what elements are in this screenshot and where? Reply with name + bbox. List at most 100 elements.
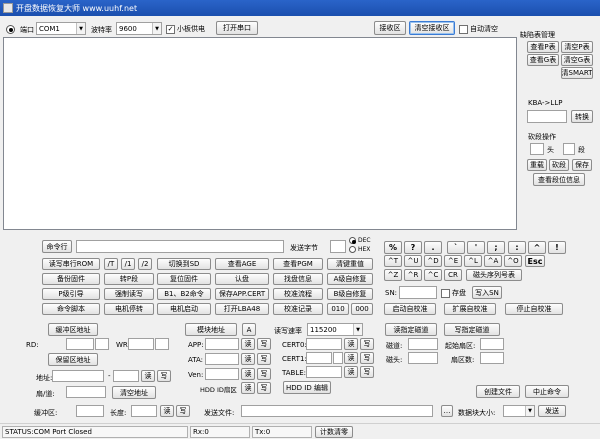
- key-ctrl-z-button[interactable]: ^Z: [384, 269, 402, 281]
- clear-p-table-button[interactable]: 清空P表: [561, 41, 593, 53]
- address-from-input[interactable]: [52, 370, 104, 382]
- track-input[interactable]: [408, 338, 438, 350]
- extended-calibration-button[interactable]: 扩展自校准: [444, 303, 496, 315]
- cmd-010-button[interactable]: 010: [327, 303, 349, 315]
- key-colon-button[interactable]: :: [508, 241, 526, 254]
- ven-write-button[interactable]: 写: [257, 368, 271, 380]
- reset-firmware-button[interactable]: 复位固件: [157, 273, 211, 285]
- save-button[interactable]: 保存: [572, 159, 592, 171]
- rd-input-2[interactable]: [95, 338, 109, 350]
- ven-input[interactable]: [205, 368, 239, 380]
- view-pgm-button[interactable]: 查看PGM: [273, 258, 323, 270]
- view-segment-info-button[interactable]: 查看段位信息: [533, 173, 585, 186]
- view-age-button[interactable]: 查看AGE: [215, 258, 269, 270]
- baud-select[interactable]: 9600 ▼: [116, 22, 162, 35]
- head-serial-table-button[interactable]: 磁头序列号表: [466, 269, 522, 281]
- key-percent-button[interactable]: %: [384, 241, 402, 254]
- cmd-t-button[interactable]: /T: [104, 258, 118, 270]
- address-write-button[interactable]: 写: [157, 370, 171, 382]
- wr-input-2[interactable]: [155, 338, 169, 350]
- clear-receive-button[interactable]: 清空接收区: [409, 21, 455, 35]
- switch-sd-button[interactable]: 切换到SD: [157, 258, 211, 270]
- buffer-address-button[interactable]: 缓冲区地址: [48, 323, 98, 336]
- create-file-button[interactable]: 创建文件: [476, 385, 520, 398]
- hex-radio[interactable]: HEX: [349, 246, 370, 253]
- key-ctrl-o-button[interactable]: ^O: [504, 255, 522, 267]
- key-ctrl-a-button[interactable]: ^A: [484, 255, 502, 267]
- table-input[interactable]: [306, 366, 342, 378]
- a-level-repair-button[interactable]: A级自修复: [327, 273, 373, 285]
- key-esc-button[interactable]: Esc: [525, 255, 545, 267]
- reload-button[interactable]: 重载: [527, 159, 547, 171]
- stop-calibration-button[interactable]: 停止自校准: [505, 303, 563, 315]
- key-ctrl-c-button[interactable]: ^C: [424, 269, 442, 281]
- segment-input[interactable]: [563, 143, 575, 155]
- kba-input[interactable]: [527, 110, 567, 123]
- send-file-input[interactable]: [241, 405, 433, 417]
- cert1-read-button[interactable]: 读: [344, 352, 358, 364]
- command-script-button[interactable]: 命令脚本: [42, 303, 100, 315]
- b1-b2-command-button[interactable]: B1、B2命令: [157, 288, 211, 300]
- key-ctrl-d-button[interactable]: ^D: [424, 255, 442, 267]
- dec-radio[interactable]: DEC: [349, 237, 371, 244]
- clear-count-button[interactable]: 计数清零: [315, 426, 353, 438]
- port-radio[interactable]: [6, 25, 15, 34]
- rw-serial-rom-button[interactable]: 读写串行ROM: [42, 258, 100, 270]
- hdd-write-button[interactable]: 写: [257, 382, 271, 394]
- cert0-write-button[interactable]: 写: [360, 338, 374, 350]
- save-disk-checkbox[interactable]: 存盘: [441, 288, 466, 298]
- hdd-read-button[interactable]: 读: [241, 382, 255, 394]
- write-track-button[interactable]: 写指定磁道: [444, 323, 500, 336]
- open-lba48-button[interactable]: 打开LBA48: [215, 303, 269, 315]
- buffer-input[interactable]: [76, 405, 104, 417]
- buffer-read-button[interactable]: 读: [160, 405, 174, 417]
- app-input[interactable]: [205, 338, 239, 350]
- send-button[interactable]: 发送: [538, 405, 566, 417]
- table-read-button[interactable]: 读: [344, 366, 358, 378]
- cmd-000-button[interactable]: 000: [351, 303, 373, 315]
- cert1-input-2[interactable]: [333, 352, 343, 364]
- cert1-input-1[interactable]: [306, 352, 332, 364]
- port-select[interactable]: COM1 ▼: [36, 22, 86, 35]
- key-cr-button[interactable]: CR: [444, 269, 462, 281]
- address-read-button[interactable]: 读: [141, 370, 155, 382]
- speed-select[interactable]: 115200 ▼: [307, 323, 363, 336]
- ata-read-button[interactable]: 读: [241, 353, 255, 365]
- cylinder-input[interactable]: [66, 386, 106, 398]
- address-to-input[interactable]: [113, 370, 139, 382]
- start-sector-input[interactable]: [480, 338, 504, 350]
- clear-g-table-button[interactable]: 清空G表: [561, 54, 593, 66]
- send-byte-input[interactable]: [330, 240, 346, 253]
- browse-button[interactable]: …: [441, 405, 453, 417]
- cut-segment-button[interactable]: 砍段: [549, 159, 569, 171]
- abort-command-button[interactable]: 中止命令: [525, 385, 569, 398]
- ata-input[interactable]: [205, 353, 239, 365]
- motor-stop-button[interactable]: 电机停转: [104, 303, 154, 315]
- cmd-1-button[interactable]: /1: [121, 258, 135, 270]
- backup-firmware-button[interactable]: 备份固件: [42, 273, 100, 285]
- auto-clear-checkbox[interactable]: 自动清空: [459, 24, 498, 34]
- length-input[interactable]: [131, 405, 157, 417]
- app-write-button[interactable]: 写: [257, 338, 271, 350]
- app-read-button[interactable]: 读: [241, 338, 255, 350]
- table-write-button[interactable]: 写: [360, 366, 374, 378]
- convert-button[interactable]: 转换: [571, 110, 593, 123]
- key-backtick-button[interactable]: `: [447, 241, 465, 254]
- find-disk-info-button[interactable]: 找盘信息: [273, 273, 323, 285]
- p-level-boot-button[interactable]: P级引导: [42, 288, 100, 300]
- motor-start-button[interactable]: 电机启动: [157, 303, 211, 315]
- key-question-button[interactable]: ?: [404, 241, 422, 254]
- key-ctrl-e-button[interactable]: ^E: [444, 255, 462, 267]
- sector-count-input[interactable]: [480, 352, 504, 364]
- reserve-address-button[interactable]: 保留区地址: [48, 353, 98, 366]
- key-quote-button[interactable]: ': [467, 241, 485, 254]
- force-rw-button[interactable]: 强制读写: [104, 288, 154, 300]
- rd-input-1[interactable]: [66, 338, 94, 350]
- key-exclaim-button[interactable]: !: [548, 241, 566, 254]
- start-calibration-button[interactable]: 启动自校准: [384, 303, 436, 315]
- cmd-2-button[interactable]: /2: [138, 258, 152, 270]
- head-input[interactable]: [530, 143, 544, 155]
- key-ctrl-r-button[interactable]: ^R: [404, 269, 422, 281]
- hdd-id-edit-button[interactable]: HDD ID 编辑: [283, 381, 331, 394]
- save-app-cert-button[interactable]: 保存APP.CERT: [215, 288, 269, 300]
